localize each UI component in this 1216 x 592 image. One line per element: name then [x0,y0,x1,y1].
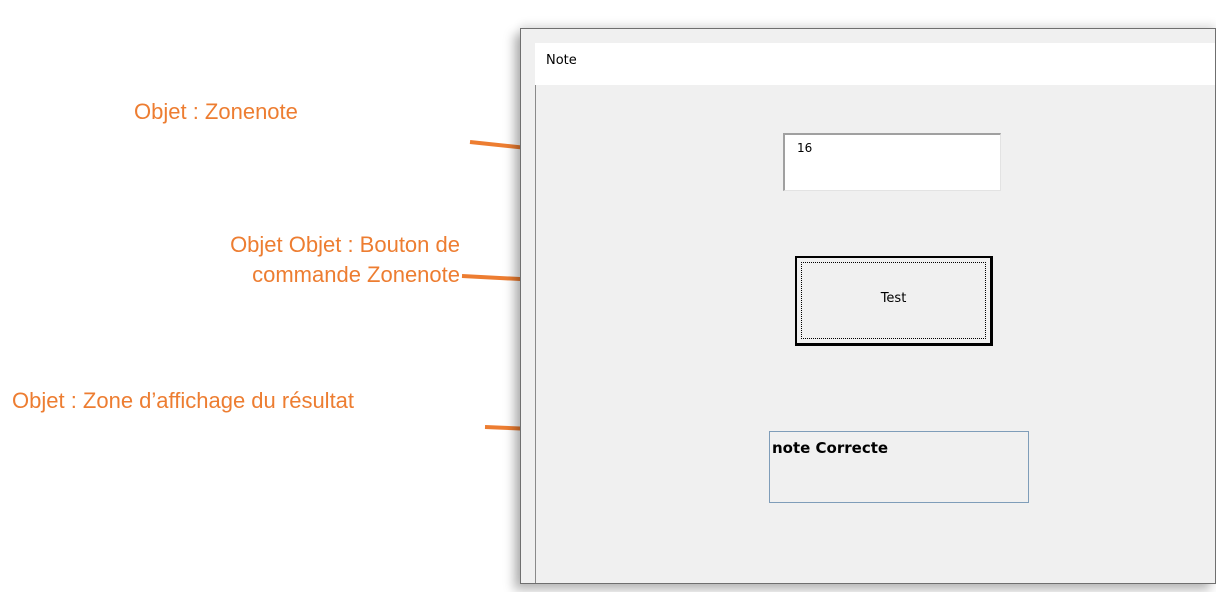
annotation-button-line-2: commande Zonenote [252,262,460,287]
test-button-label: Test [880,291,907,306]
annotation-button: Objet Objet : Bouton de commande Zonenot… [230,230,460,290]
client-border [535,85,536,583]
zonenote-value: 16 [797,141,813,155]
result-display-label: note Correcte [769,431,1029,503]
note-form-window: Note 16 Test note Correcte [520,28,1216,584]
test-button[interactable]: Test [795,256,993,346]
zonenote-textbox[interactable]: 16 [783,133,1001,191]
screenshot-stage: Objet : Zonenote Objet Objet : Bouton de… [0,0,1216,592]
annotation-result: Objet : Zone d’affichage du résultat [12,388,355,413]
annotation-button-line-1: Objet Objet : Bouton de [230,232,460,257]
title-bar: Note [535,43,1215,85]
result-text: note Correcte [772,439,889,457]
annotation-zonenote: Objet : Zonenote [134,99,298,124]
window-title: Note [546,53,577,68]
